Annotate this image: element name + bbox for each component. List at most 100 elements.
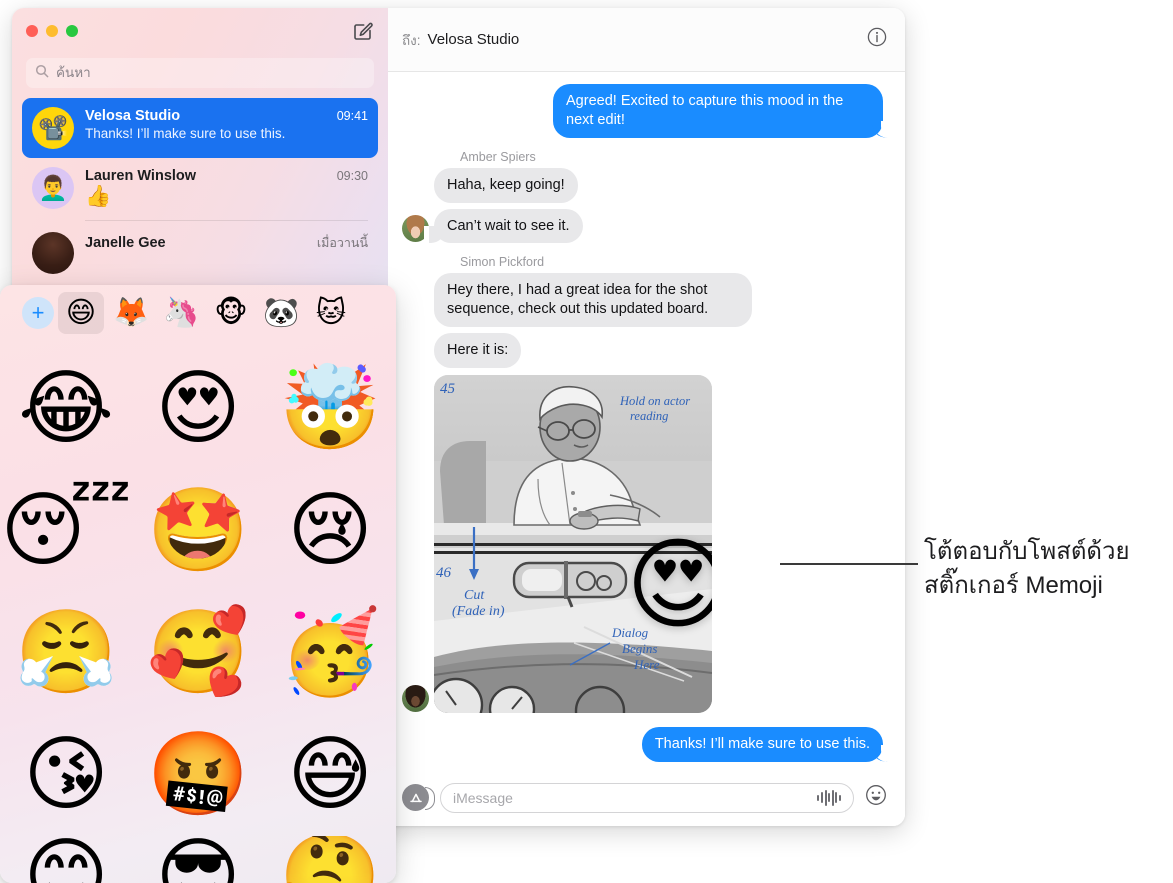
conversation-top-row: Velosa Studio 09:41 — [85, 108, 368, 124]
message-row: Can’t wait to see it. — [402, 208, 883, 244]
conversation-name: Lauren Winslow — [85, 168, 197, 184]
avatar-simon-pickford — [402, 684, 429, 712]
conversation-top-row: Lauren Winslow 09:30 — [85, 168, 368, 184]
tab-fox[interactable]: 🦊 — [108, 292, 154, 334]
svg-text:46: 46 — [436, 565, 452, 581]
zoom-window-button[interactable] — [66, 25, 78, 37]
to-label: ถึง: — [402, 32, 421, 48]
sticker-memoji-smiling-hearts[interactable]: 🥰 — [132, 592, 264, 714]
imessage-placeholder: iMessage — [453, 789, 513, 806]
sticker-grid: 😂 😍 🤯 😴 🤩 😢 😤 🥰 🥳 😘 🤬 😅 😊 😎 🤔 — [0, 340, 396, 883]
message-list: Agreed! Excited to capture this mood in … — [388, 72, 905, 768]
app-store-icon[interactable] — [402, 784, 435, 811]
film-projector-icon: 📽️ — [38, 114, 68, 142]
svg-text:reading: reading — [630, 409, 668, 423]
callout-line-1: โต้ตอบกับโพสต์ด้วย — [924, 538, 1130, 565]
message-row: Agreed! Excited to capture this mood in … — [402, 84, 893, 138]
message-row-image: 45 46 Hold on actor reading Cut (Fade in… — [402, 374, 883, 713]
avatar: 📽️ — [32, 107, 74, 149]
conversation-item-velosa-studio[interactable]: 📽️ Velosa Studio 09:41 Thanks! I’ll make… — [22, 98, 378, 158]
close-window-button[interactable] — [26, 25, 38, 37]
message-row: Thanks! I’ll make sure to use this. — [402, 726, 894, 762]
applied-memoji-sticker[interactable]: 😍 — [622, 529, 712, 641]
sticker-memoji-row5-c[interactable]: 🤔 — [264, 836, 396, 883]
info-icon[interactable] — [867, 27, 887, 52]
message-row: Hey there, I had a great idea for the sh… — [402, 273, 883, 328]
callout-leader-line — [780, 563, 918, 565]
sticker-memoji-sleeping[interactable]: 😴 — [0, 470, 132, 592]
svg-text:45: 45 — [440, 381, 456, 397]
message-row: Here it is: — [402, 333, 883, 368]
conversation-name: Velosa Studio — [85, 108, 181, 124]
imessage-input[interactable]: iMessage — [440, 782, 854, 813]
avatar: 👨‍🦱 — [32, 167, 74, 209]
audio-waveform-icon[interactable] — [817, 789, 841, 806]
message-row: Haha, keep going! — [402, 167, 883, 203]
sticker-memoji-exploding-head[interactable]: 🤯 — [264, 348, 396, 470]
sticker-memoji-sweat-smile[interactable]: 😅 — [264, 714, 396, 836]
message-bubble-outgoing[interactable]: Agreed! Excited to capture this mood in … — [553, 84, 893, 138]
add-sticker-pack-button[interactable]: + — [22, 296, 54, 329]
memoji-sticker-popover: + 😄 🦊 🦄 🐵 🐼 🐱 😂 😍 🤯 😴 🤩 😢 😤 🥰 🥳 😘 🤬 😅 😊 … — [0, 285, 396, 883]
callout-label: โต้ตอบกับโพสต์ด้วย สติ๊กเกอร์ Memoji — [924, 535, 1173, 602]
conversation-name: Janelle Gee — [85, 235, 166, 251]
svg-text:(Fade in): (Fade in) — [452, 604, 505, 619]
sticker-memoji-partying[interactable]: 🥳 — [264, 592, 396, 714]
conversation-pane: ถึง: Velosa Studio Agreed! Excited to ca… — [388, 8, 905, 826]
search-container: ค้นหา — [26, 58, 374, 88]
tab-monkey[interactable]: 🐵 — [208, 292, 254, 334]
callout-line-2: สติ๊กเกอร์ Memoji — [924, 571, 1103, 599]
message-bubble-incoming[interactable]: Haha, keep going! — [434, 167, 578, 203]
traffic-lights — [26, 25, 78, 37]
sticker-memoji-row5-a[interactable]: 😊 — [0, 836, 132, 883]
tab-memoji[interactable]: 😄 — [58, 291, 104, 334]
sender-label-amber: Amber Spiers — [460, 149, 536, 164]
message-composer: iMessage — [388, 768, 905, 826]
sender-label-simon: Simon Pickford — [460, 255, 545, 270]
tab-unicorn[interactable]: 🦄 — [158, 292, 204, 334]
search-placeholder: ค้นหา — [56, 65, 91, 81]
svg-text:Begins: Begins — [622, 641, 657, 656]
emoji-smiley-icon[interactable] — [865, 784, 887, 811]
conversation-item-janelle-gee[interactable]: Janelle Gee เมื่อวานนี้ — [22, 223, 378, 283]
conversation-body: Velosa Studio 09:41 Thanks! I’ll make su… — [85, 107, 368, 142]
svg-text:Here: Here — [633, 657, 660, 672]
conversation-time: เมื่อวานนี้ — [316, 236, 368, 250]
message-bubble-incoming[interactable]: Here it is: — [434, 333, 522, 368]
message-bubble-incoming[interactable]: Hey there, I had a great idea for the sh… — [434, 273, 752, 328]
search-icon — [35, 64, 49, 83]
message-bubble-incoming[interactable]: Can’t wait to see it. — [424, 208, 583, 244]
svg-text:Hold on actor: Hold on actor — [619, 394, 690, 408]
svg-text:Cut: Cut — [464, 588, 485, 603]
sticker-memoji-kiss-heart[interactable]: 😘 — [0, 714, 132, 836]
conversation-item-lauren-winslow[interactable]: 👨‍🦱 Lauren Winslow 09:30 👍 — [22, 158, 378, 218]
storyboard-image[interactable]: 45 46 Hold on actor reading Cut (Fade in… — [434, 374, 712, 713]
message-bubble-outgoing[interactable]: Thanks! I’ll make sure to use this. — [641, 726, 894, 762]
conversation-preview: Thanks! I’ll make sure to use this. — [85, 126, 286, 141]
sticker-memoji-joy[interactable]: 😂 — [0, 348, 132, 470]
compose-icon[interactable] — [352, 20, 374, 42]
list-divider — [85, 220, 368, 221]
recipient-name[interactable]: Velosa Studio — [428, 31, 520, 48]
sticker-memoji-triumph[interactable]: 😤 — [0, 592, 132, 714]
screenshot-root: ค้นหา 📽️ Velosa Studio 09:41 Thanks! I’l… — [0, 0, 1173, 883]
sticker-memoji-heart-eyes[interactable]: 😍 — [132, 348, 264, 470]
conversation-time: 09:30 — [336, 169, 368, 183]
conversation-preview: 👍 — [85, 185, 112, 208]
memoji-avatar-icon: 👨‍🦱 — [38, 174, 68, 202]
tab-panda[interactable]: 🐼 — [258, 292, 304, 334]
sticker-memoji-star-struck[interactable]: 🤩 — [132, 470, 264, 592]
conversation-body: Janelle Gee เมื่อวานนี้ — [85, 232, 368, 253]
tab-cat[interactable]: 🐱 — [308, 292, 354, 334]
sticker-memoji-row5-b[interactable]: 😎 — [132, 836, 264, 883]
conversation-list: 📽️ Velosa Studio 09:41 Thanks! I’ll make… — [12, 98, 388, 283]
sticker-memoji-sad-tear[interactable]: 😢 — [264, 470, 396, 592]
search-input[interactable]: ค้นหา — [26, 58, 374, 88]
minimize-window-button[interactable] — [46, 25, 58, 37]
chat-header: ถึง: Velosa Studio — [388, 8, 905, 72]
sticker-memoji-cursing[interactable]: 🤬 — [132, 714, 264, 836]
sticker-category-tabs: + 😄 🦊 🦄 🐵 🐼 🐱 — [0, 285, 396, 340]
avatar — [32, 232, 74, 274]
conversation-body: Lauren Winslow 09:30 👍 — [85, 167, 368, 208]
conversation-top-row: Janelle Gee เมื่อวานนี้ — [85, 233, 368, 253]
